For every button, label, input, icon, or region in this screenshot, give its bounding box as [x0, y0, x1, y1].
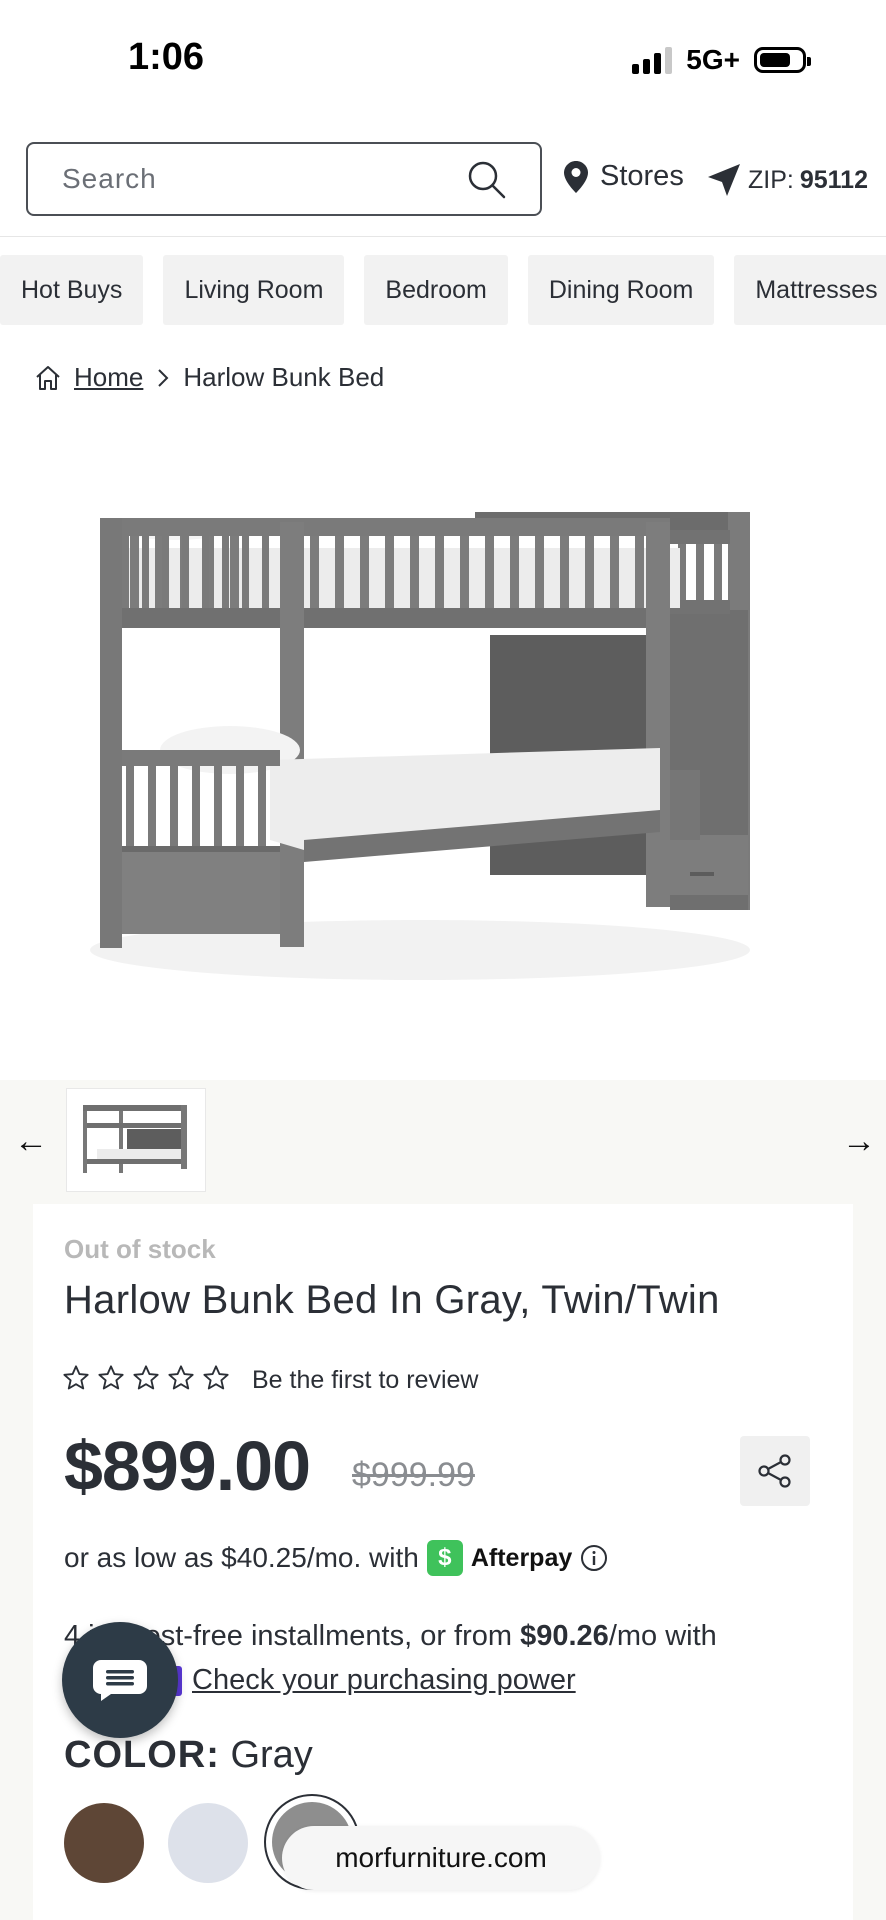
star-icon: [133, 1365, 159, 1390]
chat-icon: [93, 1660, 147, 1701]
search-icon[interactable]: [466, 159, 506, 199]
chevron-right-icon: [158, 368, 169, 387]
search-placeholder: Search: [62, 163, 157, 194]
stock-status: Out of stock: [64, 1234, 216, 1264]
installments-amount: $90.26: [520, 1620, 609, 1652]
original-price: $999.99: [352, 1456, 475, 1494]
afterpay-text: or as low as $40.25/mo. with: [64, 1542, 419, 1573]
navigation-arrow-icon: [708, 164, 740, 196]
category-nav: Hot Buys Living Room Bedroom Dining Room…: [0, 255, 886, 325]
color-selector-label: COLOR: Gray: [64, 1734, 313, 1777]
network-label: 5G+: [686, 44, 740, 75]
status-indicators: 5G+: [632, 44, 811, 76]
swatch-white[interactable]: [168, 1803, 248, 1883]
review-link[interactable]: Be the first to review: [252, 1366, 478, 1395]
afterpay-name: Afterpay: [470, 1543, 573, 1572]
location-pin-icon: [564, 160, 588, 193]
breadcrumb-home-link[interactable]: Home: [74, 362, 143, 393]
product-title: Harlow Bunk Bed In Gray, Twin/Twin: [64, 1278, 720, 1322]
share-button[interactable]: [740, 1436, 810, 1506]
browser-url-bar[interactable]: morfurniture.com: [282, 1826, 600, 1890]
category-mattresses[interactable]: Mattresses: [734, 255, 886, 325]
category-living-room[interactable]: Living Room: [163, 255, 345, 325]
gallery-prev-arrow-icon[interactable]: ←: [14, 1122, 48, 1161]
share-icon: [758, 1454, 791, 1488]
category-dining-room[interactable]: Dining Room: [527, 255, 715, 325]
signal-icon: [632, 46, 673, 74]
color-value: Gray: [230, 1734, 313, 1776]
search-input[interactable]: Search: [26, 142, 542, 216]
color-label: COLOR:: [64, 1734, 220, 1776]
breadcrumb-current: Harlow Bunk Bed: [183, 362, 385, 392]
category-hot-buys[interactable]: Hot Buys: [0, 255, 144, 325]
header-divider: [0, 236, 886, 237]
afterpay-logo-icon: $: [426, 1540, 463, 1576]
breadcrumb: Home Harlow Bunk Bed: [34, 362, 384, 393]
afterpay-offer: or as low as $40.25/mo. with $ Afterpay: [64, 1540, 608, 1576]
gallery-next-arrow-icon[interactable]: →: [842, 1122, 876, 1161]
installments-text-b: /mo with: [608, 1620, 717, 1652]
gallery-thumbnail[interactable]: [66, 1088, 206, 1192]
star-icon: [98, 1365, 124, 1390]
zip-value: 95112: [799, 165, 868, 194]
star-icon: [168, 1365, 194, 1390]
stores-label: Stores: [600, 160, 684, 192]
zip-label: ZIP:: [748, 165, 794, 194]
current-price: $899.00: [64, 1427, 311, 1505]
product-image[interactable]: [60, 460, 780, 1020]
star-icon: [203, 1365, 229, 1390]
battery-icon: [754, 47, 811, 73]
rating-stars[interactable]: [62, 1364, 230, 1392]
zip-selector[interactable]: ZIP: 95112: [706, 162, 868, 198]
home-icon[interactable]: [34, 364, 62, 392]
stores-link[interactable]: Stores: [564, 160, 684, 193]
swatch-brown[interactable]: [64, 1803, 144, 1883]
info-icon[interactable]: [580, 1544, 608, 1572]
star-icon: [63, 1365, 89, 1390]
category-bedroom[interactable]: Bedroom: [364, 255, 508, 325]
status-time: 1:06: [128, 36, 205, 78]
chat-button[interactable]: [62, 1622, 178, 1738]
purchasing-power-link[interactable]: Check your purchasing power: [192, 1664, 576, 1697]
